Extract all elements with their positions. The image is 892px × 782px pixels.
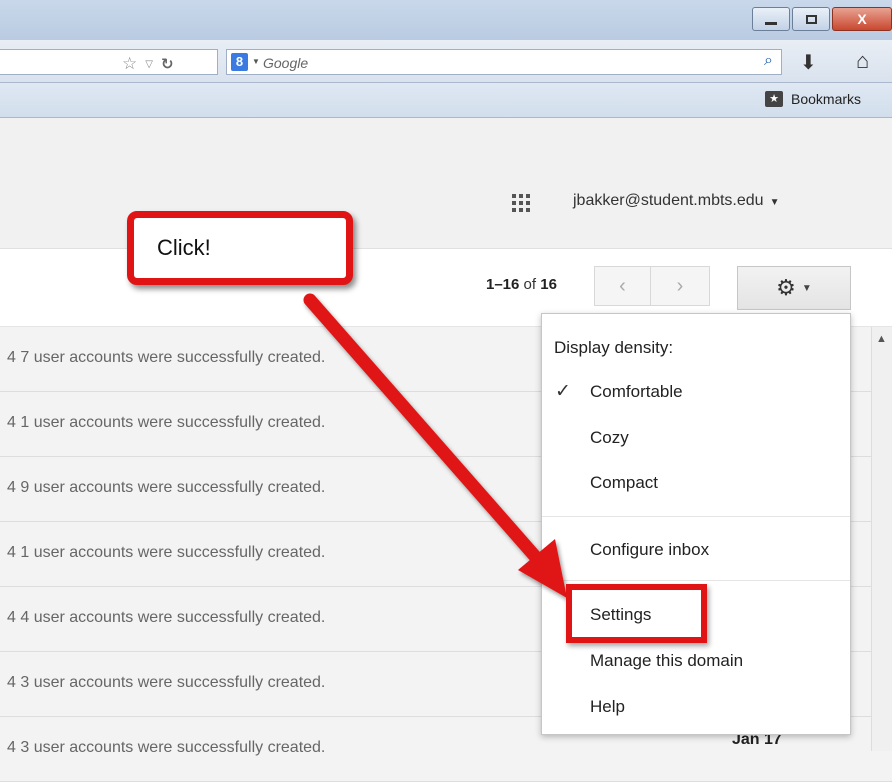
chevron-down-icon: ▼ [769, 197, 780, 208]
close-button[interactable]: X [832, 7, 892, 31]
density-compact[interactable]: Compact [590, 473, 658, 493]
paging-info: 1–16 of 16 [486, 276, 557, 293]
manage-domain-item[interactable]: Manage this domain [590, 651, 743, 671]
email-subject: 4 7 user accounts were successfully crea… [7, 349, 326, 366]
dropdown-icon[interactable]: ▽ [145, 59, 153, 70]
download-icon[interactable]: ⬇ [800, 50, 817, 75]
window-controls: X [750, 7, 892, 31]
paging-total: 16 [540, 276, 557, 293]
callout-text: Click! [157, 235, 211, 260]
next-page-button[interactable]: › [651, 266, 710, 306]
settings-highlight-box [566, 584, 707, 643]
prev-page-button[interactable]: ‹ [594, 266, 651, 306]
reload-icon[interactable]: ↻ [161, 55, 174, 73]
home-icon[interactable]: ⌂ [856, 48, 869, 74]
email-subject: 4 1 user accounts were successfully crea… [7, 414, 326, 431]
google-icon[interactable]: 8 [231, 53, 248, 71]
next-page-icon: › [676, 274, 684, 297]
chevron-down-icon: ▼ [801, 282, 812, 294]
gear-icon: ⚙ [776, 275, 796, 300]
email-subject: 4 9 user accounts were successfully crea… [7, 479, 326, 496]
help-item[interactable]: Help [590, 697, 625, 717]
address-bar[interactable]: ☆ ▽ ↻ [0, 49, 218, 75]
window-titlebar: X [0, 0, 892, 40]
email-subject: 4 1 user accounts were successfully crea… [7, 544, 326, 561]
prev-page-icon: ‹ [619, 274, 626, 297]
bookmarks-label: Bookmarks [791, 91, 862, 107]
engine-dropdown-icon[interactable]: ▼ [252, 57, 260, 66]
maximize-icon [805, 14, 817, 24]
settings-gear-button[interactable]: ⚙ ▼ [737, 266, 851, 310]
browser-navbar: ☆ ▽ ↻ 8 ▼ Google ⌕ [0, 40, 892, 83]
star-icon[interactable]: ☆ [122, 54, 137, 74]
density-cozy[interactable]: Cozy [590, 428, 629, 448]
bookmarks-bar: ★ Bookmarks [0, 83, 892, 118]
search-icon[interactable]: ⌕ [764, 52, 773, 70]
bookmarks-star-icon: ★ [765, 91, 783, 107]
bookmarks-button[interactable]: ★ Bookmarks [765, 91, 861, 107]
paging-of: of [523, 276, 537, 293]
close-icon: X [857, 11, 867, 27]
maximize-button[interactable] [792, 7, 830, 31]
menu-divider [542, 580, 850, 581]
apps-grid-icon[interactable] [512, 194, 530, 212]
configure-inbox-item[interactable]: Configure inbox [590, 540, 709, 560]
email-subject: 4 3 user accounts were successfully crea… [7, 674, 326, 691]
email-subject: 4 3 user accounts were successfully crea… [7, 739, 326, 756]
minimize-icon [765, 21, 777, 25]
email-subject: 4 4 user accounts were successfully crea… [7, 609, 326, 626]
search-engine-placeholder: Google [263, 55, 309, 71]
search-bar[interactable]: 8 ▼ Google ⌕ [226, 49, 782, 75]
minimize-button[interactable] [752, 7, 790, 31]
display-density-heading: Display density: [554, 338, 674, 357]
paging-buttons: ‹ › [594, 266, 710, 306]
list-scrollbar[interactable]: ▲ [871, 327, 892, 751]
click-callout: Click! [127, 211, 353, 285]
paging-range: 1–16 [486, 276, 520, 293]
scroll-up-icon[interactable]: ▲ [876, 333, 887, 345]
account-menu[interactable]: jbakker@student.mbts.edu ▼ [573, 192, 779, 210]
address-bar-icons: ☆ ▽ ↻ [122, 54, 174, 74]
settings-menu: Display density: ✓ Comfortable Cozy Comp… [541, 313, 851, 735]
density-comfortable[interactable]: Comfortable [590, 382, 683, 402]
menu-divider [542, 516, 850, 517]
checkmark-icon: ✓ [555, 381, 571, 402]
account-email: jbakker@student.mbts.edu [573, 192, 764, 209]
